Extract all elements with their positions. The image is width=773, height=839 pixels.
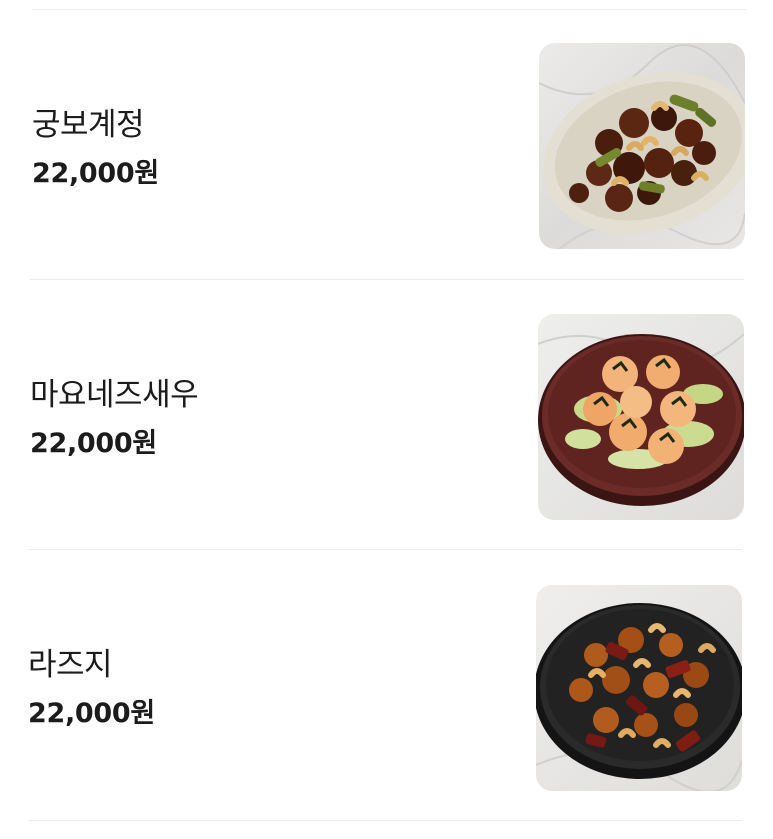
laziji-spicy-chicken-photo [536, 585, 742, 791]
menu-item-mayonnaise-shrimp[interactable]: 마요네즈새우 22,000원 [0, 280, 773, 550]
divider [28, 820, 742, 821]
menu-item-name: 라즈지 [28, 647, 113, 683]
menu-item-price: 22,000원 [28, 698, 155, 729]
menu-item-name: 마요네즈새우 [30, 377, 199, 413]
menu-item-price: 22,000원 [30, 428, 157, 459]
menu-item-price: 22,000원 [32, 158, 159, 189]
kung-pao-chicken-photo [539, 43, 745, 249]
menu-item-kung-pao-chicken[interactable]: 궁보계정 22,000원 [0, 10, 773, 280]
menu-item-name: 궁보계정 [32, 107, 145, 143]
menu-item-laziji[interactable]: 라즈지 22,000원 [0, 550, 773, 820]
mayonnaise-shrimp-photo [538, 314, 744, 520]
